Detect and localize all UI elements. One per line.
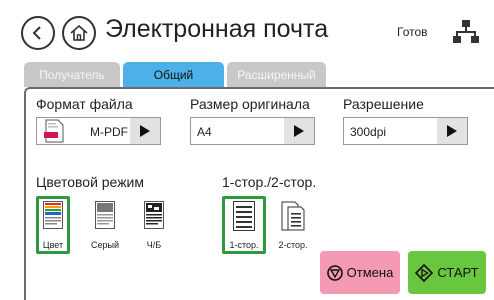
bw-option-label: Ч/Б: [146, 240, 162, 250]
cancel-button-label: Отмена: [346, 265, 394, 280]
one-sided-label: 1-стор.: [229, 240, 259, 250]
color-document-icon: [43, 201, 63, 229]
gray-document-icon: [95, 201, 115, 229]
file-format-select[interactable]: M-PDF: [36, 117, 161, 145]
page-title: Электронная почта: [105, 15, 329, 43]
original-size-label: Размер оригинала: [190, 96, 310, 112]
network-icon: [453, 20, 479, 43]
home-button[interactable]: [62, 16, 96, 50]
status-text: Готов: [397, 25, 428, 39]
color-mode-label: Цветовой режим: [36, 174, 145, 190]
tab-recipient[interactable]: Получатель: [24, 62, 120, 87]
two-sided-label: 2-стор.: [278, 240, 308, 250]
start-button-label: СТАРТ: [437, 265, 479, 280]
resolution-arrow[interactable]: [437, 118, 467, 144]
start-icon: [415, 263, 434, 282]
gray-option-label: Серый: [90, 240, 119, 250]
original-size-select[interactable]: A4: [190, 117, 315, 145]
stop-icon: [326, 264, 343, 281]
start-button[interactable]: СТАРТ: [408, 251, 486, 294]
tab-general[interactable]: Общий: [123, 62, 224, 87]
resolution-select[interactable]: 300dpi: [343, 117, 468, 145]
file-format-label: Формат файла: [36, 96, 133, 112]
cancel-button[interactable]: Отмена: [320, 251, 400, 294]
resolution-label: Разрешение: [343, 96, 424, 112]
play-arrow-icon: [140, 125, 150, 137]
original-size-arrow[interactable]: [284, 118, 314, 144]
tab-advanced[interactable]: Расширенный: [227, 62, 326, 87]
chevron-left-icon: [32, 26, 41, 40]
color-option-label: Цвет: [42, 240, 64, 250]
duplex-label: 1-стор./2-стор.: [222, 174, 317, 190]
resolution-value: 300dpi: [350, 125, 387, 139]
header-bar: Электронная почта Готов: [0, 0, 494, 60]
one-sided-icon: [233, 201, 255, 231]
original-size-value: A4: [197, 125, 212, 139]
home-icon: [70, 24, 88, 41]
pdf-file-icon: [44, 119, 64, 143]
play-arrow-icon: [294, 125, 304, 137]
back-button[interactable]: [21, 16, 55, 50]
two-sided-icon: [281, 201, 305, 231]
file-format-arrow[interactable]: [130, 118, 160, 144]
bw-document-icon: [144, 201, 164, 229]
play-arrow-icon: [447, 125, 457, 137]
file-format-value: M-PDF: [90, 125, 128, 139]
